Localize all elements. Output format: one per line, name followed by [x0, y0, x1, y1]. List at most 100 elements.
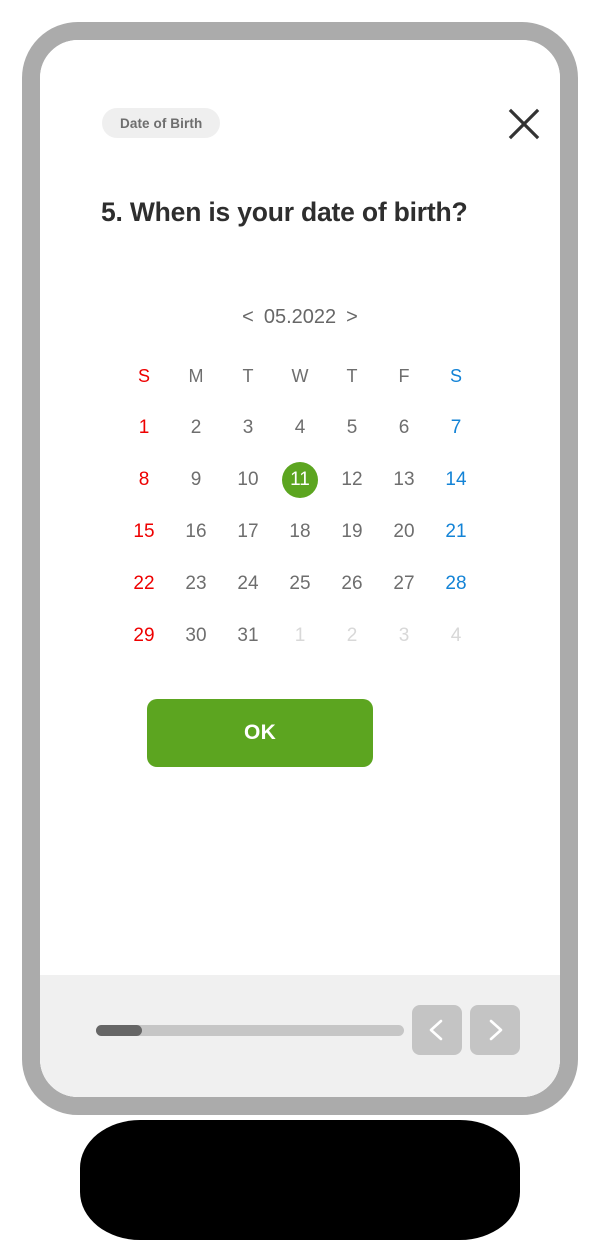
- calendar-grid: S M T W T F S 1 2 3 4 5 6 7 8 9 10 11 12 13 14 15 16 17 18 19 20 21…: [118, 350, 482, 662]
- calendar-day[interactable]: 27: [378, 558, 430, 610]
- calendar-day-label: 2: [190, 417, 202, 438]
- calendar-day-label: 28: [445, 573, 467, 594]
- calendar-day-label: 1: [138, 417, 150, 438]
- calendar-day[interactable]: 17: [222, 506, 274, 558]
- calendar-day-label: 9: [190, 469, 202, 490]
- calendar-day-label: 31: [237, 625, 259, 646]
- question-title: 5. When is your date of birth?: [101, 197, 468, 227]
- calendar-day-label: 18: [289, 521, 311, 542]
- calendar-day-label: 2: [346, 625, 358, 646]
- calendar-day-label: 20: [393, 521, 415, 542]
- calendar-day[interactable]: 1: [274, 610, 326, 662]
- calendar-day-label: 10: [237, 469, 259, 490]
- progress-bar-fill: [96, 1025, 143, 1036]
- ok-button[interactable]: OK: [147, 699, 373, 767]
- calendar-day-label: 26: [341, 573, 363, 594]
- calendar-day-label: 14: [445, 469, 467, 490]
- calendar-day[interactable]: 26: [326, 558, 378, 610]
- calendar: < 05.2022 > S M T W T F S 1 2 3 4 5 6 7 8 9 10 11 12 13 14 15…: [40, 302, 560, 662]
- calendar-day-label: 30: [185, 625, 207, 646]
- calendar-day[interactable]: 2: [326, 610, 378, 662]
- calendar-day[interactable]: 3: [378, 610, 430, 662]
- calendar-weekday-header: S: [449, 365, 462, 386]
- calendar-day[interactable]: 19: [326, 506, 378, 558]
- calendar-day[interactable]: 3: [222, 402, 274, 454]
- calendar-day[interactable]: 23: [170, 558, 222, 610]
- calendar-day-label: 8: [138, 469, 150, 490]
- calendar-day-label: 21: [445, 521, 467, 542]
- calendar-day[interactable]: 14: [430, 454, 482, 506]
- calendar-day-label: 4: [450, 625, 462, 646]
- calendar-day-label: 13: [393, 469, 415, 490]
- bottom-bar: [40, 975, 560, 1097]
- calendar-day[interactable]: 28: [430, 558, 482, 610]
- calendar-weekday-header: T: [242, 365, 254, 386]
- calendar-day-label: 3: [242, 417, 254, 438]
- calendar-day[interactable]: 15: [118, 506, 170, 558]
- calendar-day[interactable]: 4: [274, 402, 326, 454]
- calendar-day-label: 27: [393, 573, 415, 594]
- close-button[interactable]: [502, 102, 546, 146]
- calendar-weekday-header: S: [137, 365, 150, 386]
- calendar-day[interactable]: 1: [118, 402, 170, 454]
- calendar-day[interactable]: 25: [274, 558, 326, 610]
- calendar-day[interactable]: 5: [326, 402, 378, 454]
- phone-screen: Date of Birth 5. When is your date of bi…: [40, 40, 560, 1097]
- calendar-day-label: 5: [346, 417, 358, 438]
- calendar-day[interactable]: 29: [118, 610, 170, 662]
- calendar-day[interactable]: 8: [118, 454, 170, 506]
- calendar-day-label: 15: [133, 521, 155, 542]
- category-chip: Date of Birth: [102, 108, 221, 138]
- calendar-weekday-header: T: [346, 365, 358, 386]
- calendar-month-label: 05.2022: [263, 306, 337, 328]
- close-icon: [508, 108, 540, 140]
- calendar-day-label: 22: [133, 573, 155, 594]
- calendar-day-label: 19: [341, 521, 363, 542]
- calendar-day-label: 24: [237, 573, 259, 594]
- calendar-day[interactable]: 7: [430, 402, 482, 454]
- calendar-day-label: 16: [185, 521, 207, 542]
- previous-question-button[interactable]: [412, 1005, 462, 1055]
- calendar-day[interactable]: 31: [222, 610, 274, 662]
- prev-month-button[interactable]: <: [241, 307, 255, 327]
- calendar-day-selected[interactable]: 11: [274, 454, 326, 506]
- calendar-day[interactable]: 6: [378, 402, 430, 454]
- calendar-day[interactable]: 12: [326, 454, 378, 506]
- next-question-button[interactable]: [470, 1005, 520, 1055]
- calendar-day-label: 23: [185, 573, 207, 594]
- calendar-day-label: 17: [237, 521, 259, 542]
- calendar-day[interactable]: 16: [170, 506, 222, 558]
- calendar-weekday-header: M: [188, 365, 204, 386]
- calendar-day[interactable]: 4: [430, 610, 482, 662]
- calendar-day[interactable]: 24: [222, 558, 274, 610]
- calendar-day[interactable]: 13: [378, 454, 430, 506]
- calendar-day[interactable]: 30: [170, 610, 222, 662]
- calendar-day-label: 1: [294, 625, 306, 646]
- chevron-right-icon: [482, 1017, 508, 1043]
- calendar-day[interactable]: 9: [170, 454, 222, 506]
- calendar-weekday-header: F: [398, 365, 410, 386]
- calendar-day-label: 3: [398, 625, 410, 646]
- calendar-day-label: 7: [450, 417, 462, 438]
- category-chip-label: Date of Birth: [120, 115, 203, 131]
- calendar-day-label: 12: [341, 469, 363, 490]
- calendar-day[interactable]: 20: [378, 506, 430, 558]
- calendar-day[interactable]: 21: [430, 506, 482, 558]
- calendar-weekday-header: W: [291, 365, 309, 386]
- calendar-day-label: 6: [398, 417, 410, 438]
- progress-bar[interactable]: [96, 1025, 404, 1036]
- calendar-day-label: 4: [294, 417, 306, 438]
- calendar-day-label: 25: [289, 573, 311, 594]
- calendar-day[interactable]: 10: [222, 454, 274, 506]
- device-drop-shadow: [80, 1120, 520, 1240]
- calendar-day[interactable]: 2: [170, 402, 222, 454]
- calendar-month-nav: < 05.2022 >: [40, 302, 560, 332]
- chevron-left-icon: [424, 1017, 450, 1043]
- calendar-day[interactable]: 22: [118, 558, 170, 610]
- screen-header: Date of Birth: [40, 40, 560, 160]
- navigation-buttons: [412, 1005, 520, 1055]
- calendar-day-label: 11: [282, 462, 318, 498]
- calendar-day-label: 29: [133, 625, 155, 646]
- next-month-button[interactable]: >: [345, 307, 359, 327]
- calendar-day[interactable]: 18: [274, 506, 326, 558]
